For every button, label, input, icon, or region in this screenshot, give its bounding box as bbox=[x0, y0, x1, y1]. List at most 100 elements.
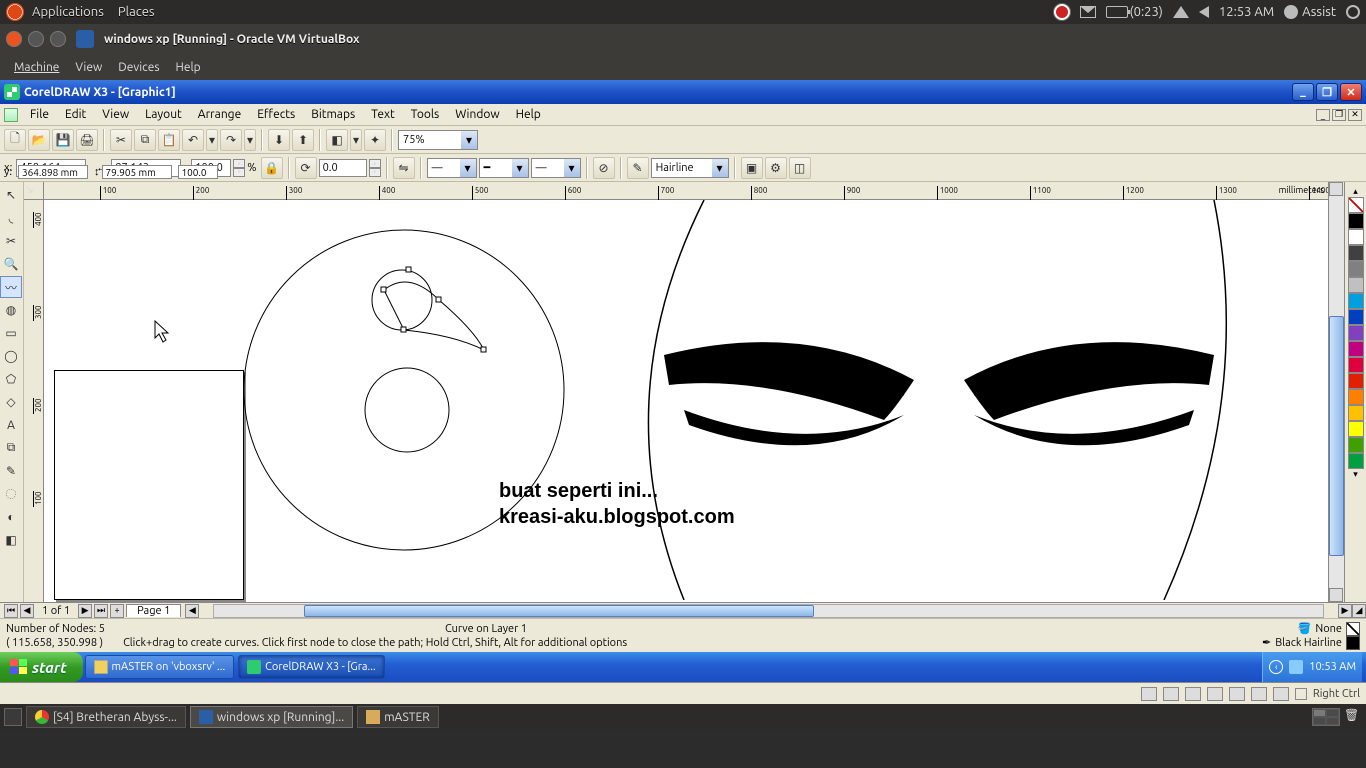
copy-button[interactable]: ⧉ bbox=[134, 129, 156, 151]
menu-bitmaps[interactable]: Bitmaps bbox=[303, 106, 363, 123]
paste-button[interactable]: 📋 bbox=[158, 129, 180, 151]
vertical-scrollbar[interactable]: ▴ ▾ bbox=[1328, 182, 1344, 602]
smart-fill-tool[interactable]: ◍ bbox=[0, 299, 22, 321]
color-swatch[interactable] bbox=[1348, 261, 1364, 277]
vscroll-up[interactable]: ▴ bbox=[1329, 182, 1343, 196]
menu-text[interactable]: Text bbox=[363, 106, 403, 123]
color-swatch[interactable] bbox=[1348, 245, 1364, 261]
vb-menu-machine[interactable]: Machine bbox=[8, 59, 65, 76]
color-swatch[interactable] bbox=[1348, 405, 1364, 421]
export-button[interactable]: ⬆ bbox=[292, 129, 314, 151]
angle-input[interactable] bbox=[319, 159, 367, 177]
gnome-applications-menu[interactable]: Applications bbox=[32, 5, 104, 19]
vb-display-icon[interactable] bbox=[1251, 687, 1267, 701]
bounding-box-button[interactable]: ◫ bbox=[789, 157, 811, 179]
systray-expand-icon[interactable]: ‹ bbox=[1269, 660, 1283, 674]
user-icon[interactable] bbox=[1284, 5, 1298, 19]
wifi-icon[interactable] bbox=[1173, 6, 1189, 18]
ruler-origin[interactable]: ↘ bbox=[24, 182, 44, 200]
snap-options-button[interactable]: ⚙ bbox=[765, 157, 787, 179]
xp-close-button[interactable]: ✕ bbox=[1340, 83, 1362, 101]
redo-button[interactable]: ↷ bbox=[220, 129, 242, 151]
basic-shapes-tool[interactable]: ◇ bbox=[0, 391, 22, 413]
vertical-ruler[interactable]: 100200300400 bbox=[24, 200, 44, 602]
hscroll-thumb[interactable] bbox=[304, 605, 814, 617]
start-button[interactable]: start bbox=[0, 652, 83, 682]
color-swatch[interactable] bbox=[1348, 453, 1364, 469]
text-tool[interactable]: A bbox=[0, 414, 22, 436]
menu-arrange[interactable]: Arrange bbox=[190, 106, 249, 123]
crop-tool[interactable]: ✂ bbox=[0, 230, 22, 252]
vb-mouse-icon[interactable] bbox=[1273, 687, 1289, 701]
menu-window[interactable]: Window bbox=[447, 106, 507, 123]
trash-icon[interactable]: 🗑 bbox=[1344, 708, 1362, 726]
horizontal-ruler[interactable]: 1002003004005006007008009001000110012001… bbox=[44, 182, 1328, 200]
color-swatch[interactable] bbox=[1348, 421, 1364, 437]
horizontal-scrollbar[interactable] bbox=[213, 604, 1324, 618]
mdi-restore-button[interactable]: ❐ bbox=[1332, 109, 1346, 121]
color-swatch[interactable] bbox=[1348, 229, 1364, 245]
interactive-blend-tool[interactable]: ⧉ bbox=[0, 437, 22, 459]
virtualbox-titlebar[interactable]: windows xp [Running] - Oracle VM Virtual… bbox=[0, 24, 1366, 54]
menu-file[interactable]: File bbox=[22, 106, 57, 123]
vb-minimize-button[interactable] bbox=[28, 31, 44, 47]
ellipse-tool[interactable]: ◯ bbox=[0, 345, 22, 367]
line-end-combo[interactable]: —▾ bbox=[531, 158, 581, 178]
hscroll-right[interactable]: ▶ bbox=[1338, 604, 1352, 618]
ub-task-virtualbox[interactable]: windows xp [Running]... bbox=[190, 706, 353, 728]
zoom-combo[interactable]: 75% ▾ bbox=[398, 130, 478, 150]
xp-maximize-button[interactable]: ❐ bbox=[1316, 83, 1338, 101]
color-swatch[interactable] bbox=[1348, 373, 1364, 389]
vb-menu-view[interactable]: View bbox=[69, 59, 108, 76]
lock-ratio-button[interactable]: 🔒 bbox=[261, 157, 283, 179]
taskbar-item-master[interactable]: mASTER on 'vboxsrv' ... bbox=[85, 655, 235, 679]
color-swatch[interactable] bbox=[1348, 213, 1364, 229]
color-swatch[interactable] bbox=[1348, 341, 1364, 357]
mail-icon[interactable] bbox=[1080, 6, 1096, 18]
vb-menu-help[interactable]: Help bbox=[170, 59, 207, 76]
menu-view[interactable]: View bbox=[94, 106, 137, 123]
color-swatch[interactable] bbox=[1348, 309, 1364, 325]
outline-width-combo[interactable]: Hairline▾ bbox=[651, 158, 729, 178]
interactive-fill-tool[interactable]: ◧ bbox=[0, 529, 22, 551]
undo-dropdown[interactable]: ▾ bbox=[206, 129, 218, 151]
resize-grip[interactable]: ◢ bbox=[1352, 604, 1366, 618]
outline-tool[interactable]: ◌ bbox=[0, 483, 22, 505]
outline-swatch-black[interactable] bbox=[1346, 636, 1360, 650]
page-tab-1[interactable]: Page 1 bbox=[126, 604, 181, 617]
fill-tool[interactable]: ◐ bbox=[0, 506, 22, 528]
app-launcher-dropdown[interactable]: ▾ bbox=[350, 129, 362, 151]
y-position-input[interactable] bbox=[18, 165, 88, 179]
xp-clock[interactable]: 10:53 AM bbox=[1309, 661, 1356, 673]
color-swatch[interactable] bbox=[1348, 293, 1364, 309]
mdi-close-button[interactable]: ✕ bbox=[1348, 109, 1362, 121]
zoom-value[interactable]: 75% bbox=[399, 134, 429, 146]
undo-button[interactable]: ↶ bbox=[182, 129, 204, 151]
welcome-button[interactable]: ✦ bbox=[364, 129, 386, 151]
scale-x-spinner[interactable]: ▴▾ bbox=[233, 159, 245, 177]
color-swatch[interactable] bbox=[1348, 437, 1364, 453]
zoom-dropdown-icon[interactable]: ▾ bbox=[461, 131, 477, 149]
add-page-button[interactable]: + bbox=[110, 604, 124, 618]
vb-hdd-icon[interactable] bbox=[1141, 687, 1157, 701]
battery-icon[interactable] bbox=[1106, 6, 1128, 18]
xp-minimize-button[interactable]: _ bbox=[1292, 83, 1314, 101]
angle-spinner[interactable]: ▴▾ bbox=[369, 159, 381, 177]
vscroll-down[interactable]: ▾ bbox=[1329, 588, 1343, 602]
shape-tool[interactable]: ◟ bbox=[0, 207, 22, 229]
systray-icon[interactable] bbox=[1289, 660, 1303, 674]
gnome-places-menu[interactable]: Places bbox=[118, 5, 155, 19]
height-input[interactable] bbox=[102, 165, 172, 179]
stop-icon[interactable] bbox=[1054, 4, 1070, 20]
open-button[interactable]: 📂 bbox=[28, 129, 50, 151]
clock-label[interactable]: 12:53 AM bbox=[1219, 5, 1274, 19]
mirror-h-button[interactable]: ⇋ bbox=[393, 157, 415, 179]
wrap-text-button[interactable]: ▣ bbox=[741, 157, 763, 179]
next-page-button[interactable]: ▶ bbox=[78, 604, 92, 618]
print-button[interactable]: 🖨 bbox=[76, 129, 98, 151]
mdi-minimize-button[interactable]: _ bbox=[1316, 109, 1330, 121]
auto-close-button[interactable]: ⊘ bbox=[593, 157, 615, 179]
coreldraw-titlebar[interactable]: CorelDRAW X3 - [Graphic1] _ ❐ ✕ bbox=[0, 80, 1366, 104]
drawing-canvas[interactable]: buat seperti ini... kreasi-aku.blogspot.… bbox=[44, 200, 1328, 602]
show-desktop-button[interactable] bbox=[4, 708, 22, 726]
